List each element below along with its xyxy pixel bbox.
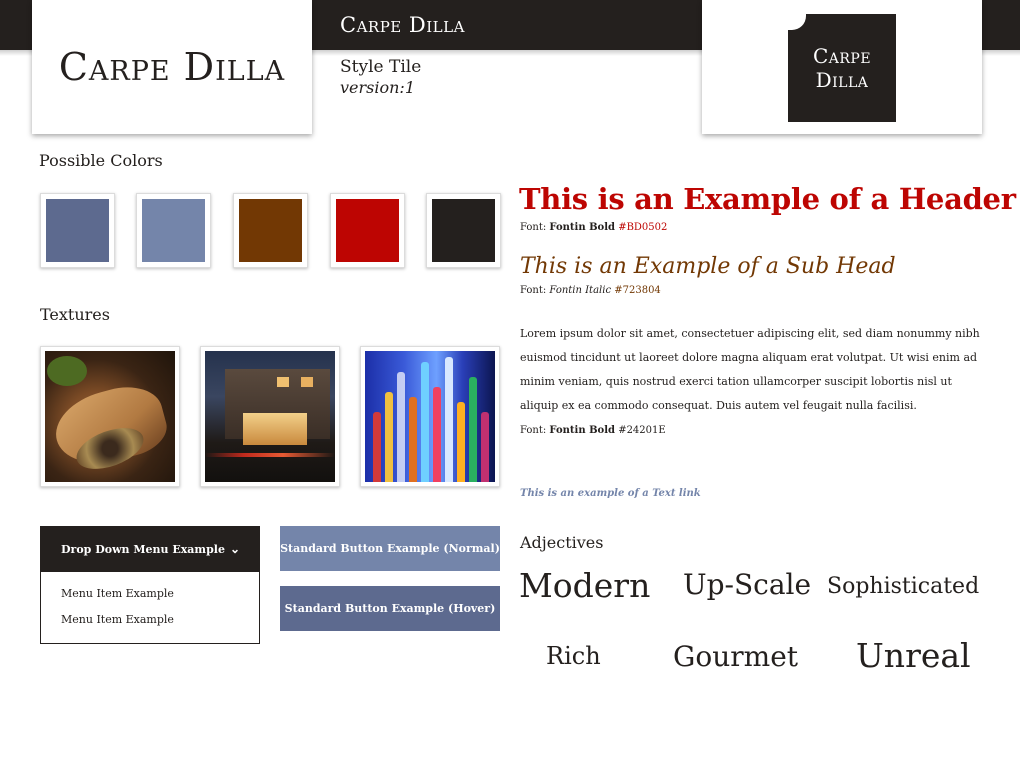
textures-section-label: Textures [40, 305, 110, 324]
color-swatch [40, 193, 115, 268]
header-font-hex: #BD0502 [618, 222, 668, 233]
adjective-word: Gourmet [673, 640, 799, 673]
color-swatch [136, 193, 211, 268]
logo-wordmark: Carpe Dilla [58, 45, 286, 89]
texture-restaurant-image [200, 346, 340, 487]
texture-quesadilla-image [40, 346, 180, 487]
standard-button-hover[interactable]: Standard Button Example (Hover) [280, 586, 500, 631]
color-swatch-fill [239, 199, 302, 262]
color-swatch-fill [142, 199, 205, 262]
menu-item[interactable]: Menu Item Example [61, 612, 259, 638]
adjective-word: Sophisticated [827, 574, 980, 599]
subhead-font-prefix: Font: [520, 285, 550, 296]
logo-mark: Carpe Dilla [786, 12, 896, 122]
colors-section-label: Possible Colors [39, 151, 163, 170]
adjective-word: Unreal [856, 636, 971, 675]
dropdown-label: Drop Down Menu Example [61, 542, 225, 556]
color-swatch [330, 193, 405, 268]
menu-item[interactable]: Menu Item Example [61, 586, 259, 612]
logo-card: Carpe Dilla [32, 0, 312, 134]
standard-button-normal[interactable]: Standard Button Example (Normal) [280, 526, 500, 571]
dropdown-menu: Menu Item Example Menu Item Example [40, 572, 260, 644]
logo-mark-notch [786, 12, 806, 30]
header-font-note: Font: Fontin Bold #BD0502 [520, 222, 667, 233]
color-swatch-fill [336, 199, 399, 262]
adjective-word: Rich [546, 642, 601, 670]
color-swatch-fill [46, 199, 109, 262]
body-font-name: Fontin Bold [549, 425, 615, 436]
dropdown-menu-toggle[interactable]: Drop Down Menu Example ⌄ [40, 526, 260, 572]
color-swatch-fill [432, 199, 495, 262]
header-font-name: Fontin Bold [549, 222, 615, 233]
brand-title: Carpe Dilla [340, 13, 465, 37]
logo-mark-line-1: Carpe [812, 44, 872, 68]
subhead-font-name: Fontin Italic [549, 285, 612, 296]
subhead-font-hex: #723804 [614, 285, 661, 296]
header-font-prefix: Font: [520, 222, 550, 233]
subhead-font-note: Font: Fontin Italic #723804 [520, 285, 661, 296]
body-font-note: Font: Fontin Bold #24201E [520, 425, 666, 436]
logo-mark-text: Carpe Dilla [813, 44, 871, 92]
body-font-prefix: Font: [520, 425, 550, 436]
body-copy: Lorem ipsum dolor sit amet, consectetuer… [520, 327, 980, 412]
example-subhead: This is an Example of a Sub Head [520, 254, 896, 279]
example-text-link[interactable]: This is an example of a Text link [520, 488, 701, 499]
chevron-down-icon: ⌄ [229, 542, 240, 556]
texture-bar-bottles-image [360, 346, 500, 487]
logo-mark-line-2: Dilla [815, 68, 869, 92]
color-swatch [233, 193, 308, 268]
adjective-word: Modern [519, 566, 651, 605]
style-tile-label: Style Tile [340, 57, 422, 77]
adjective-word: Up-Scale [683, 568, 812, 601]
adjectives-section-label: Adjectives [520, 533, 604, 552]
color-swatch [426, 193, 501, 268]
body-font-hex: #24201E [618, 425, 666, 436]
logo-box-card: Carpe Dilla [702, 0, 982, 134]
example-header: This is an Example of a Header [519, 182, 1016, 216]
version-label: version:1 [340, 78, 415, 97]
